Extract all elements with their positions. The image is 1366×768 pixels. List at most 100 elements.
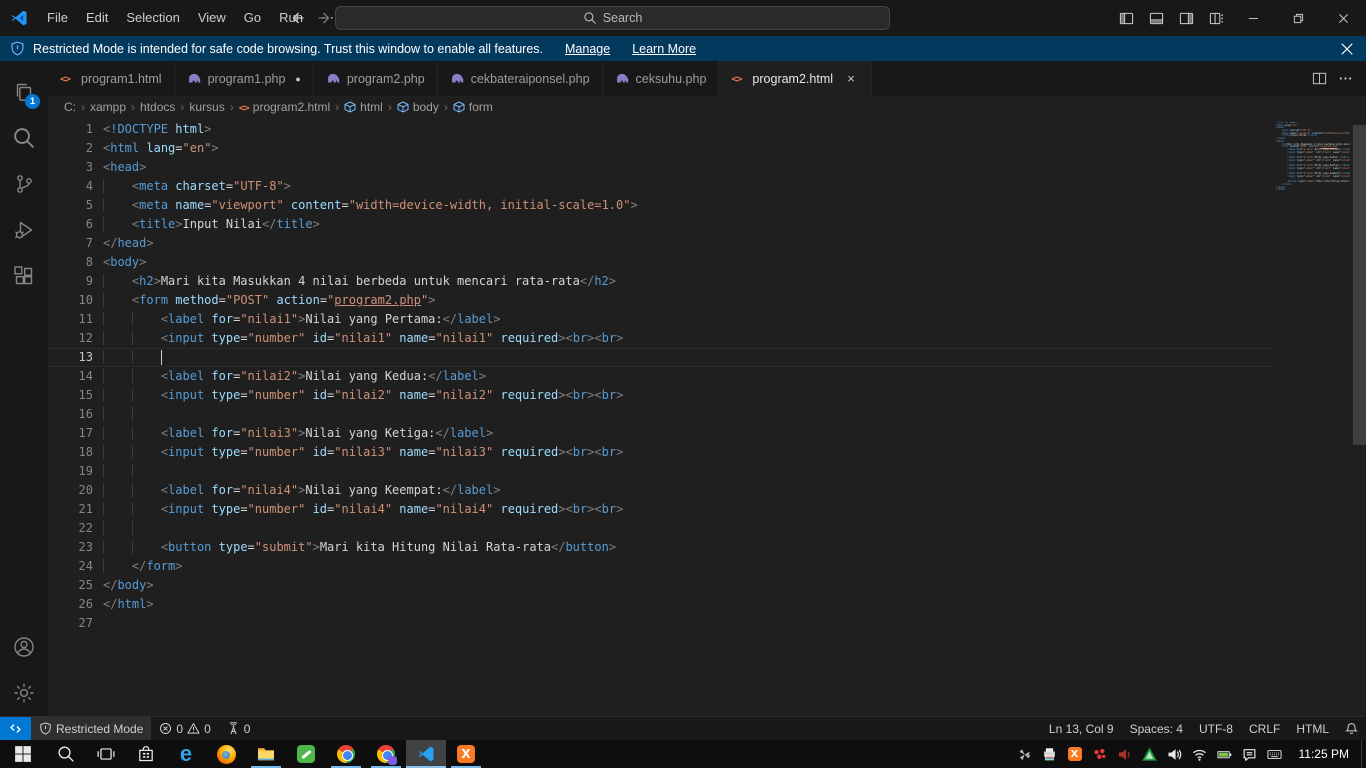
taskbar-chrome[interactable]	[326, 740, 366, 768]
line-number: 15	[78, 388, 93, 402]
status-encoding[interactable]: UTF-8	[1191, 717, 1241, 740]
activity-extensions[interactable]	[0, 253, 48, 299]
code-line: 8 <body>	[48, 253, 1276, 272]
tray-action-center[interactable]	[1238, 740, 1262, 768]
tab-ceksuhu.php[interactable]: ceksuhu.php	[602, 61, 720, 96]
chevron-right-icon: ›	[335, 100, 340, 114]
activity-account[interactable]	[0, 624, 48, 670]
menu-edit[interactable]: Edit	[77, 5, 117, 31]
line-content: <body>	[103, 255, 147, 269]
activity-run-and-debug[interactable]	[0, 207, 48, 253]
code-line: 7 </head>	[48, 234, 1276, 253]
breadcrumb-xampp[interactable]: xampp	[90, 100, 126, 114]
code-line: 11 <label for="nilai1">Nilai yang Pertam…	[48, 310, 1276, 329]
code-line: 22	[48, 519, 1276, 538]
learn-more-link[interactable]: Learn More	[632, 42, 696, 56]
status-language-mode[interactable]: HTML	[1288, 717, 1337, 740]
command-center-search[interactable]: Search	[335, 6, 890, 30]
minimize-button[interactable]	[1231, 0, 1276, 36]
tray-wifi[interactable]	[1188, 740, 1212, 768]
minimap-line: <input type="number" id="nilai2" name="n…	[1276, 159, 1350, 163]
menu-go[interactable]: Go	[235, 5, 270, 31]
taskbar-chrome-profile[interactable]	[366, 740, 406, 768]
line-content: </form>	[103, 557, 183, 576]
tab-program1.php[interactable]: program1.php ●	[174, 61, 314, 96]
layout-grid-icon[interactable]	[1201, 0, 1231, 36]
status-cursor-position[interactable]: Ln 13, Col 9	[1041, 717, 1122, 740]
tray-printer[interactable]	[1038, 740, 1062, 768]
editor-scrollbar[interactable]	[1353, 125, 1366, 445]
taskbar-firefox[interactable]	[206, 740, 246, 768]
tray-touch-keyboard[interactable]	[1263, 740, 1287, 768]
remote-indicator[interactable]	[0, 717, 31, 740]
banner-close-icon[interactable]	[1340, 42, 1354, 56]
tray-app-red[interactable]	[1088, 740, 1112, 768]
back-icon[interactable]	[288, 9, 306, 27]
tab-close-icon[interactable]: ×	[843, 71, 859, 86]
taskbar-start-button[interactable]	[0, 740, 46, 768]
tray-audio-driver[interactable]	[1113, 740, 1137, 768]
tray-volume[interactable]	[1163, 740, 1187, 768]
tab-program2.php[interactable]: program2.php	[313, 61, 438, 96]
status-indentation[interactable]: Spaces: 4	[1122, 717, 1191, 740]
ports-status[interactable]: 0	[219, 717, 259, 740]
vscode-window: File Edit Selection View Go Run ⋯ Search Restr…	[0, 0, 1366, 768]
taskbar-microsoft-store[interactable]	[126, 740, 166, 768]
line-number: 24	[78, 559, 93, 573]
taskbar-taskbar-search[interactable]	[46, 740, 86, 768]
breadcrumb-htdocs[interactable]: htdocs	[140, 100, 175, 114]
breadcrumb-form[interactable]: form	[453, 100, 493, 114]
code-editor[interactable]: 1 <!DOCTYPE html> 2 <html lang="en"> 3 <head>…	[48, 118, 1366, 716]
close-button[interactable]	[1321, 0, 1366, 36]
tray-xampp[interactable]: X	[1063, 740, 1087, 768]
code-line: 1 <!DOCTYPE html>	[48, 120, 1276, 139]
notifications-bell[interactable]	[1337, 717, 1366, 740]
menu-selection[interactable]: Selection	[117, 5, 188, 31]
warning-count: 0	[204, 721, 211, 736]
activity-explorer[interactable]: 1	[0, 69, 48, 115]
more-actions-icon[interactable]	[1334, 68, 1356, 90]
breadcrumb-body[interactable]: body	[397, 100, 439, 114]
taskbar-task-view[interactable]	[86, 740, 126, 768]
activity-search[interactable]	[0, 115, 48, 161]
show-desktop-button[interactable]	[1361, 740, 1366, 768]
line-number: 14	[78, 369, 93, 383]
layout-panel-icon[interactable]	[1141, 0, 1171, 36]
line-number: 21	[78, 502, 93, 516]
taskbar-notepad[interactable]	[286, 740, 326, 768]
tray-misc[interactable]	[1013, 740, 1037, 768]
restore-button[interactable]	[1276, 0, 1321, 36]
editor-actions	[872, 61, 1366, 96]
taskbar-edge[interactable]: e	[166, 740, 206, 768]
breadcrumb-html[interactable]: html	[344, 100, 383, 114]
breadcrumb-program2html[interactable]: <> program2.html	[239, 100, 330, 114]
breadcrumb-kursus[interactable]: kursus	[189, 100, 224, 114]
taskbar-xampp[interactable]: X	[446, 740, 486, 768]
tab-cekbateraiponsel.php[interactable]: cekbateraiponsel.php	[437, 61, 603, 96]
tab-program1.html[interactable]: <> program1.html	[48, 61, 175, 96]
tray-battery[interactable]	[1213, 740, 1237, 768]
layout-sidebar-icon[interactable]	[1111, 0, 1141, 36]
status-label: UTF-8	[1198, 721, 1233, 736]
activity-settings[interactable]	[0, 670, 48, 716]
breadcrumb-C[interactable]: C:	[64, 100, 76, 114]
menu-file[interactable]: File	[38, 5, 77, 31]
taskbar-vscode[interactable]	[406, 740, 446, 768]
manage-link[interactable]: Manage	[565, 42, 610, 56]
line-content: </body>	[103, 578, 154, 592]
status-eol-sequence[interactable]: CRLF	[1241, 717, 1288, 740]
menu-view[interactable]: View	[189, 5, 235, 31]
tab-program2.html[interactable]: <> program2.html ×	[719, 61, 873, 96]
tray-smadav[interactable]	[1138, 740, 1162, 768]
minimap[interactable]: <!DOCTYPE html> <html lang="en"> <head> <m…	[1276, 122, 1350, 195]
problems-status[interactable]: 0 0	[151, 717, 218, 740]
taskbar-file-explorer[interactable]	[246, 740, 286, 768]
split-editor-icon[interactable]	[1308, 68, 1330, 90]
taskbar-clock[interactable]: 11:25 PM	[1291, 740, 1361, 768]
code-line: 6 <title>Input Nilai</title>	[48, 215, 1276, 234]
line-content: <form method="POST" action="program2.php…	[103, 291, 436, 310]
restricted-mode-status[interactable]: Restricted Mode	[31, 717, 152, 740]
activity-source-control[interactable]	[0, 161, 48, 207]
forward-icon[interactable]	[316, 9, 334, 27]
layout-sidebar-right-icon[interactable]	[1171, 0, 1201, 36]
